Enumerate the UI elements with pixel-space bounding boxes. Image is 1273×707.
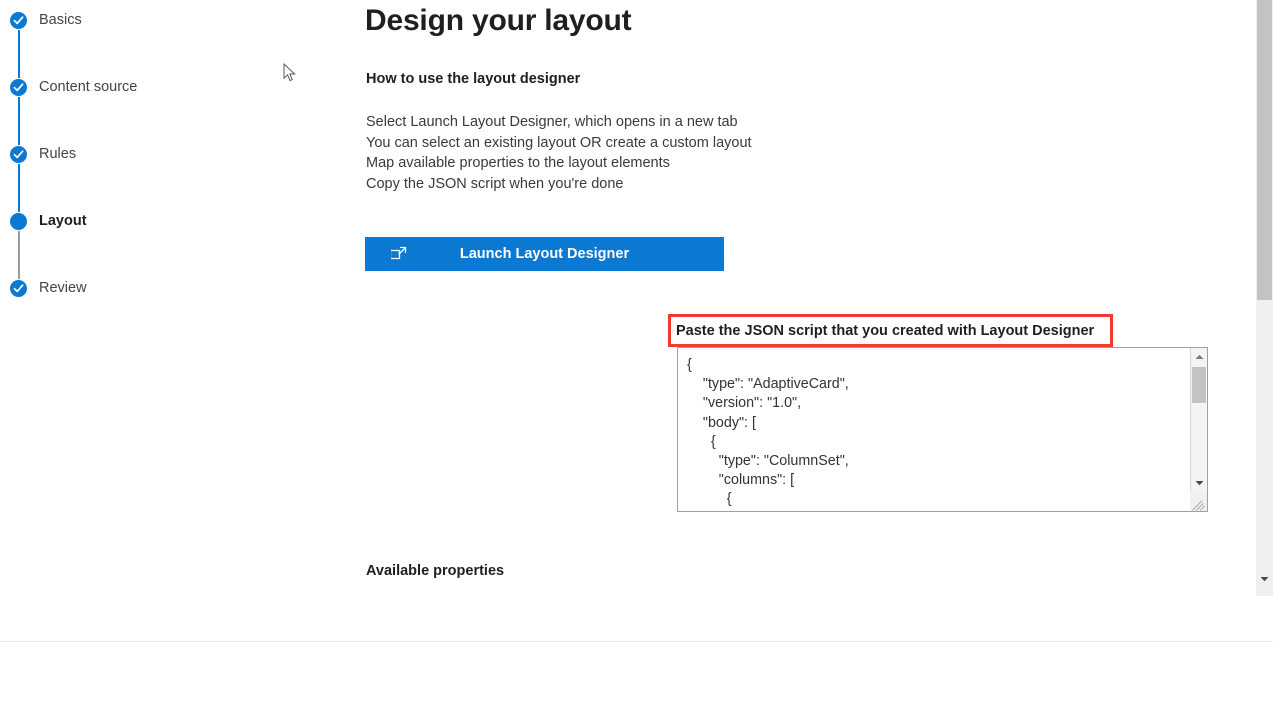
page-scroll-thumb[interactable] [1257, 0, 1272, 300]
sidebar-item-label: Basics [39, 12, 82, 28]
page-scroll-down-arrow-icon[interactable] [1256, 570, 1273, 587]
scroll-down-arrow-icon[interactable] [1191, 474, 1207, 491]
wizard-steps-sidebar: Basics Content source Rules Layout Revie… [0, 0, 311, 641]
sidebar-item-label: Layout [39, 213, 87, 229]
page-scrollbar[interactable] [1256, 0, 1273, 596]
step-connector-1 [18, 30, 20, 78]
sidebar-item-layout[interactable]: Layout [10, 212, 87, 230]
launch-layout-designer-button[interactable]: Launch Layout Designer [365, 237, 724, 271]
wizard-page: Basics Content source Rules Layout Revie… [0, 0, 1273, 707]
check-circle-icon [10, 11, 27, 29]
page-title: Design your layout [365, 4, 632, 37]
howto-step: You can select an existing layout OR cre… [366, 134, 752, 151]
howto-step: Map available properties to the layout e… [366, 155, 670, 172]
step-connector-4 [18, 231, 20, 279]
howto-heading: How to use the layout designer [366, 71, 581, 87]
step-connector-3 [18, 164, 20, 212]
sidebar-item-rules[interactable]: Rules [10, 145, 76, 163]
howto-step-list: Select Launch Layout Designer, which ope… [366, 112, 752, 194]
howto-step: Copy the JSON script when you're done [366, 175, 624, 192]
sidebar-item-label: Rules [39, 146, 77, 162]
paste-json-label: Paste the JSON script that you created w… [676, 323, 1095, 339]
sidebar-item-content-source[interactable]: Content source [10, 78, 137, 96]
open-in-new-window-icon [389, 246, 407, 262]
sidebar-item-label: Content source [39, 79, 138, 95]
check-circle-icon [10, 145, 27, 163]
available-properties-heading: Available properties [366, 563, 505, 579]
launch-button-label: Launch Layout Designer [459, 246, 630, 262]
json-script-textarea[interactable]: { "type": "AdaptiveCard", "version": "1.… [677, 347, 1208, 512]
filled-circle-icon [10, 212, 27, 230]
scroll-up-arrow-icon[interactable] [1191, 348, 1207, 365]
check-circle-icon [10, 78, 27, 96]
footer-bar: Back Next Close [0, 642, 1273, 707]
howto-step: Select Launch Layout Designer, which ope… [366, 114, 738, 130]
main-content-panel: Design your layout How to use the layout… [311, 0, 1256, 641]
json-script-value: { "type": "AdaptiveCard", "version": "1.… [687, 357, 849, 511]
sidebar-item-review[interactable]: Review [10, 279, 87, 297]
sidebar-item-label: Review [39, 280, 87, 296]
check-circle-icon [10, 279, 27, 297]
sidebar-item-basics[interactable]: Basics [10, 11, 82, 29]
step-connector-2 [18, 97, 20, 145]
textarea-scroll-thumb[interactable] [1192, 367, 1206, 403]
textarea-scrollbar[interactable] [1190, 348, 1207, 511]
textarea-resize-grip[interactable] [1190, 491, 1207, 511]
